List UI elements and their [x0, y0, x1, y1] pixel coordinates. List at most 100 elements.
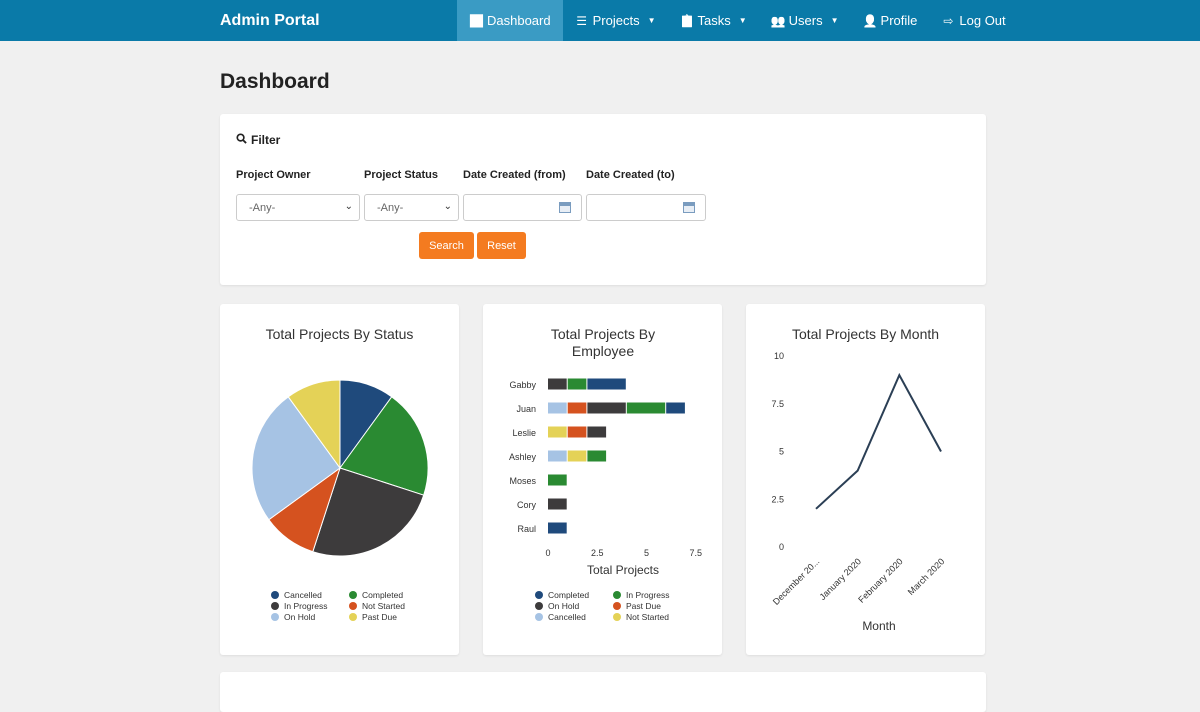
- x-axis-label: Total Projects: [587, 563, 659, 577]
- legend-label: Completed: [362, 590, 403, 600]
- legend-swatch: [613, 591, 621, 599]
- chart-title: Total Projects By Employee: [483, 326, 723, 360]
- x-tick-label: 5: [644, 548, 649, 558]
- legend-swatch: [613, 613, 621, 621]
- bar-segment[interactable]: [587, 403, 625, 414]
- bar-segment[interactable]: [548, 451, 567, 462]
- project-owner-value: -Any-: [249, 202, 275, 214]
- y-tick-label: 5: [779, 447, 784, 457]
- chevron-down-icon: ⌄: [345, 201, 353, 212]
- logout-icon: ⇨: [941, 14, 955, 28]
- date-from-input[interactable]: [463, 194, 582, 221]
- chart-icon: 📈: [469, 14, 483, 28]
- date-to-input[interactable]: [586, 194, 706, 221]
- legend-label: Cancelled: [548, 612, 586, 622]
- caret-down-icon: ▼: [739, 16, 747, 25]
- legend-label: On Hold: [284, 612, 315, 622]
- legend-item[interactable]: In Progress: [271, 601, 349, 611]
- nav-item-tasks[interactable]: 📋Tasks▼: [668, 0, 759, 41]
- filter-title: Filter: [251, 133, 280, 147]
- legend-label: Completed: [548, 590, 589, 600]
- caret-down-icon: ▼: [648, 16, 656, 25]
- nav-item-label: Users: [789, 13, 823, 28]
- legend-item[interactable]: On Hold: [271, 612, 349, 622]
- bar-segment[interactable]: [548, 475, 567, 486]
- date-to-label: Date Created (to): [586, 169, 675, 181]
- bar-segment[interactable]: [568, 379, 587, 390]
- legend-swatch: [535, 613, 543, 621]
- clipboard-icon: 📋: [680, 14, 694, 28]
- caret-down-icon: ▼: [831, 16, 839, 25]
- search-icon: [236, 133, 247, 147]
- bar-segment[interactable]: [568, 403, 587, 414]
- x-tick-label: March 2020: [906, 556, 947, 597]
- users-icon: 👥: [771, 14, 785, 28]
- x-tick-label: 2.5: [591, 548, 604, 558]
- y-tick-label: Cory: [517, 500, 537, 510]
- chart-title: Total Projects By Status: [220, 326, 459, 342]
- legend-item[interactable]: Cancelled: [535, 612, 613, 622]
- bar-segment[interactable]: [568, 451, 587, 462]
- brand-logo[interactable]: Admin Portal: [220, 0, 320, 41]
- calendar-icon[interactable]: [559, 202, 571, 213]
- nav-item-log-out[interactable]: ⇨ Log Out: [929, 0, 1017, 41]
- legend-item[interactable]: Past Due: [613, 601, 693, 611]
- nav-item-users[interactable]: 👥 Users ▼: [759, 0, 851, 41]
- legend-item[interactable]: Completed: [535, 590, 613, 600]
- user-icon: 👤: [863, 14, 877, 28]
- nav-item-label: Profile: [881, 13, 918, 28]
- project-owner-select[interactable]: -Any- ⌄: [236, 194, 360, 221]
- legend-swatch: [613, 602, 621, 610]
- legend-item[interactable]: On Hold: [535, 601, 613, 611]
- bar-segment[interactable]: [587, 427, 606, 438]
- x-tick-label: January 2020: [817, 556, 863, 602]
- y-tick-label: 0: [779, 542, 784, 552]
- nav-item-dashboard[interactable]: 📈 Dashboard: [457, 0, 563, 41]
- legend-item[interactable]: Not Started: [613, 612, 693, 622]
- bar-segment[interactable]: [548, 403, 567, 414]
- nav-item-label: Dashboard: [487, 13, 551, 28]
- legend-swatch: [271, 602, 279, 610]
- project-status-select[interactable]: -Any- ⌄: [364, 194, 459, 221]
- date-from-label: Date Created (from): [463, 169, 566, 181]
- bar-segment[interactable]: [568, 427, 587, 438]
- bar-segment[interactable]: [548, 499, 567, 510]
- bar-segment[interactable]: [666, 403, 685, 414]
- x-axis-label: Month: [862, 619, 895, 633]
- filter-panel: Filter Project Owner Project Status Date…: [220, 114, 986, 285]
- x-tick-label: 0: [545, 548, 550, 558]
- legend-item[interactable]: Past Due: [349, 612, 429, 622]
- legend-item[interactable]: Not Started: [349, 601, 429, 611]
- legend-label: Cancelled: [284, 590, 322, 600]
- bar-segment[interactable]: [627, 403, 665, 414]
- legend-item[interactable]: Completed: [349, 590, 429, 600]
- line-series[interactable]: [816, 375, 941, 509]
- nav-item-label: Log Out: [959, 13, 1005, 28]
- y-tick-label: Moses: [509, 476, 536, 486]
- legend-swatch: [271, 613, 279, 621]
- legend-swatch: [271, 591, 279, 599]
- y-tick-label: 10: [774, 351, 784, 361]
- nav-item-projects[interactable]: ☰Projects▼: [563, 0, 668, 41]
- nav-item-label: Projects: [593, 13, 640, 28]
- legend-item[interactable]: Cancelled: [271, 590, 349, 600]
- calendar-icon[interactable]: [683, 202, 695, 213]
- top-navbar: Admin Portal 📈Dashboard☰Projects▼📋Tasks▼…: [0, 0, 1200, 41]
- employee-legend: Completed In Progress On Hold Past Due Cance…: [535, 590, 693, 622]
- legend-label: Not Started: [362, 601, 405, 611]
- nav-item-profile[interactable]: 👤 Profile: [851, 0, 930, 41]
- bar-segment[interactable]: [548, 379, 567, 390]
- legend-swatch: [349, 613, 357, 621]
- chevron-down-icon: ⌄: [444, 201, 452, 212]
- project-status-value: -Any-: [377, 202, 403, 214]
- legend-label: In Progress: [626, 590, 669, 600]
- bar-segment[interactable]: [548, 523, 567, 534]
- bar-segment[interactable]: [548, 427, 567, 438]
- legend-label: Past Due: [626, 601, 661, 611]
- bar-segment[interactable]: [587, 451, 606, 462]
- search-button[interactable]: Search: [419, 232, 474, 259]
- reset-button[interactable]: Reset: [477, 232, 526, 259]
- bar-segment[interactable]: [587, 379, 625, 390]
- y-tick-label: Ashley: [509, 452, 537, 462]
- legend-item[interactable]: In Progress: [613, 590, 693, 600]
